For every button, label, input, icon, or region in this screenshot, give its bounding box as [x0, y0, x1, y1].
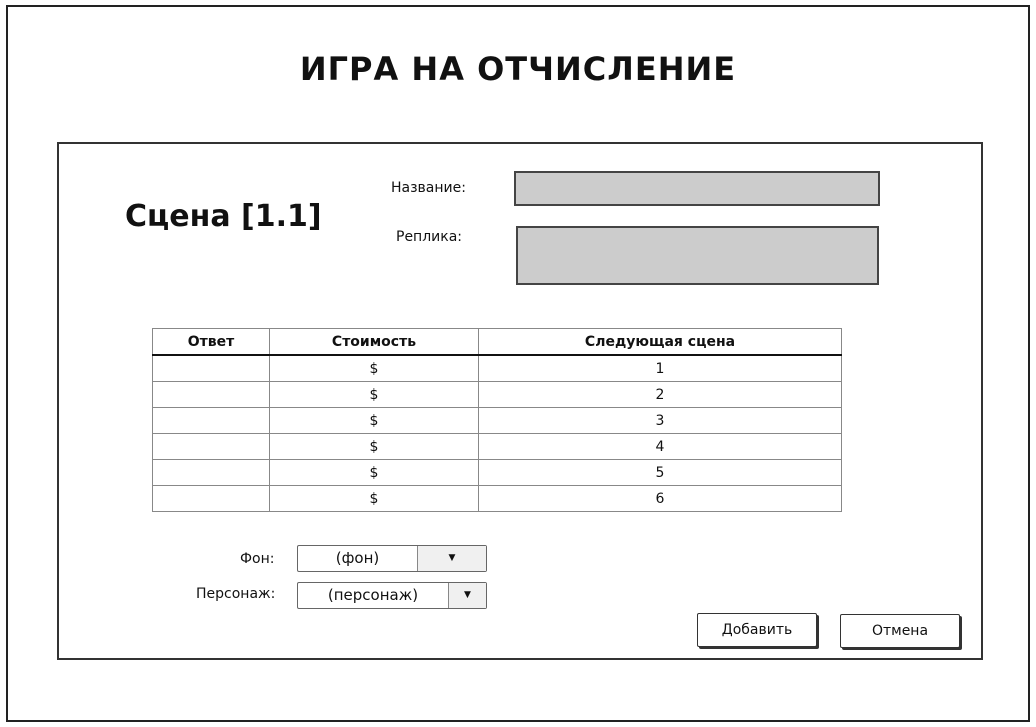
answers-table: Ответ Стоимость Следующая сцена $ 1 $ 2 … [152, 328, 842, 512]
line-label: Реплика: [396, 229, 463, 245]
background-select[interactable]: (фон) ▼ [297, 545, 487, 572]
answer-cell[interactable] [152, 459, 270, 486]
next-scene-cell[interactable]: 1 [478, 354, 842, 382]
background-select-value: (фон) [335, 549, 380, 567]
column-header-next-scene: Следующая сцена [478, 328, 842, 356]
answer-cell[interactable] [152, 354, 270, 382]
cost-cell[interactable]: $ [269, 459, 479, 486]
table-row[interactable]: $ 3 [152, 407, 842, 434]
table-row[interactable]: $ 1 [152, 354, 842, 382]
table-row[interactable]: $ 6 [152, 485, 842, 512]
character-label: Персонаж: [196, 586, 276, 602]
scene-title: Сцена [1.1] [125, 199, 322, 234]
next-scene-cell[interactable]: 3 [478, 407, 842, 434]
cost-cell[interactable]: $ [269, 433, 479, 460]
cost-cell[interactable]: $ [269, 381, 479, 408]
cost-cell[interactable]: $ [269, 485, 479, 512]
answer-cell[interactable] [152, 381, 270, 408]
chevron-down-icon[interactable]: ▼ [417, 546, 486, 571]
chevron-down-icon[interactable]: ▼ [448, 583, 486, 608]
app-title: ИГРА НА ОТЧИСЛЕНИЕ [299, 50, 737, 88]
column-header-cost: Стоимость [269, 328, 479, 356]
table-row[interactable]: $ 5 [152, 459, 842, 486]
name-input[interactable] [514, 171, 880, 206]
add-button[interactable]: Добавить [697, 613, 817, 647]
next-scene-cell[interactable]: 4 [478, 433, 842, 460]
background-label: Фон: [240, 551, 275, 567]
table-row[interactable]: $ 2 [152, 381, 842, 408]
answer-cell[interactable] [152, 485, 270, 512]
next-scene-cell[interactable]: 6 [478, 485, 842, 512]
name-label: Название: [391, 180, 466, 196]
table-header-row: Ответ Стоимость Следующая сцена [152, 328, 842, 356]
cost-cell[interactable]: $ [269, 407, 479, 434]
next-scene-cell[interactable]: 5 [478, 459, 842, 486]
answer-cell[interactable] [152, 433, 270, 460]
next-scene-cell[interactable]: 2 [478, 381, 842, 408]
cost-cell[interactable]: $ [269, 354, 479, 382]
line-input[interactable] [516, 226, 879, 285]
character-select-value: (персонаж) [327, 586, 419, 604]
table-row[interactable]: $ 4 [152, 433, 842, 460]
column-header-answer: Ответ [152, 328, 270, 356]
character-select[interactable]: (персонаж) ▼ [297, 582, 487, 609]
cancel-button[interactable]: Отмена [840, 614, 960, 648]
answer-cell[interactable] [152, 407, 270, 434]
